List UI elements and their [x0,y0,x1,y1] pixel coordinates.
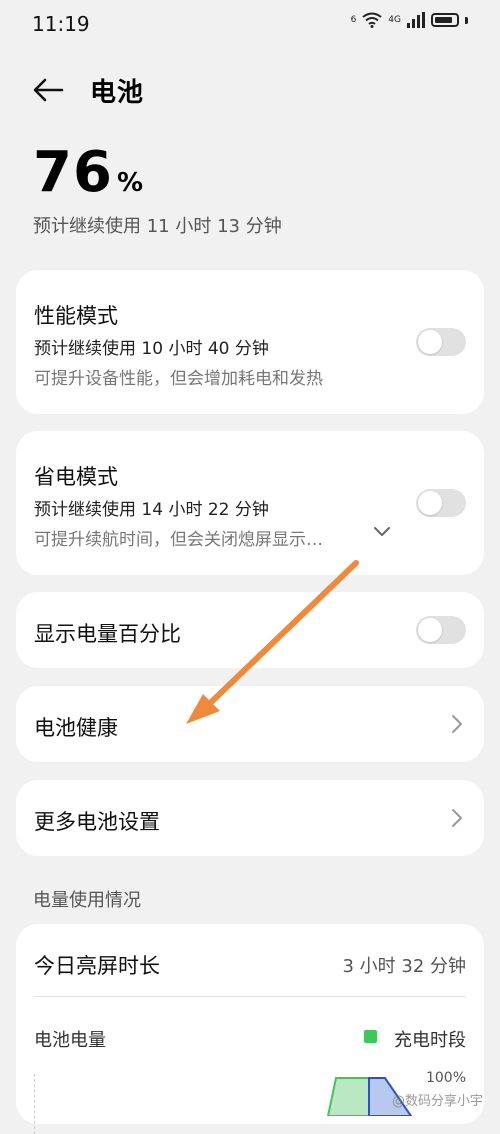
charging-legend-label: 充电时段 [394,1030,466,1051]
watermark: @数码分享小宇 [392,1094,484,1109]
charging-legend-swatch [364,1030,377,1043]
more-battery-settings-title: 更多电池设置 [34,810,160,834]
screen-on-time-label: 今日亮屏时长 [34,954,160,978]
expand-chevron-icon[interactable] [372,525,392,539]
network-tag: 4G [388,15,401,25]
usage-divider [34,996,466,997]
performance-mode-toggle[interactable] [416,328,466,356]
battery-percent-value: 76 [33,140,113,205]
status-time: 11:19 [32,12,90,36]
toggle-knob [418,618,442,642]
power-saving-mode-description: 可提升续航时间，但会关闭熄屏显示… [34,530,323,550]
screen-on-time-value: 3 小时 32 分钟 [342,956,466,977]
battery-estimate: 预计继续使用 11 小时 13 分钟 [33,216,282,237]
cellular-signal-icon [407,12,425,28]
performance-mode-card[interactable]: 性能模式 预计继续使用 10 小时 40 分钟 可提升设备性能，但会增加耗电和发… [16,270,484,414]
performance-mode-description: 可提升设备性能，但会增加耗电和发热 [34,369,323,389]
page-header: 电池 [0,60,500,120]
page-title: 电池 [90,78,145,108]
status-icons: 6 4G [351,12,468,28]
battery-tip [465,16,468,24]
more-battery-settings-card[interactable]: 更多电池设置 [16,780,484,856]
wifi-icon [362,12,382,28]
signal-tag: 6 [350,15,357,25]
back-arrow-icon [33,78,64,102]
power-saving-mode-toggle[interactable] [416,489,466,517]
performance-mode-estimate: 预计继续使用 10 小时 40 分钟 [34,339,269,359]
status-bar: 11:19 6 4G [0,0,500,52]
battery-health-title: 电池健康 [34,716,118,740]
toggle-knob [418,491,442,515]
show-percentage-title: 显示电量百分比 [34,622,181,646]
battery-percent-sign: % [116,168,143,198]
power-saving-mode-estimate: 预计继续使用 14 小时 22 分钟 [34,500,269,520]
chevron-right-icon [452,809,462,827]
battery-percentage: 76% [33,140,143,205]
show-percentage-toggle[interactable] [416,616,466,644]
battery-status-icon [431,13,459,27]
battery-level-label: 电池电量 [34,1030,106,1051]
performance-mode-title: 性能模式 [34,304,118,328]
back-button[interactable] [30,72,70,108]
usage-section-label: 电量使用情况 [33,890,141,911]
battery-health-card[interactable]: 电池健康 [16,686,484,762]
power-saving-mode-title: 省电模式 [34,465,118,489]
chevron-right-icon [452,715,462,733]
power-saving-mode-card[interactable]: 省电模式 预计继续使用 14 小时 22 分钟 可提升续航时间，但会关闭熄屏显示… [16,431,484,575]
toggle-knob [418,330,442,354]
show-percentage-card[interactable]: 显示电量百分比 [16,592,484,668]
